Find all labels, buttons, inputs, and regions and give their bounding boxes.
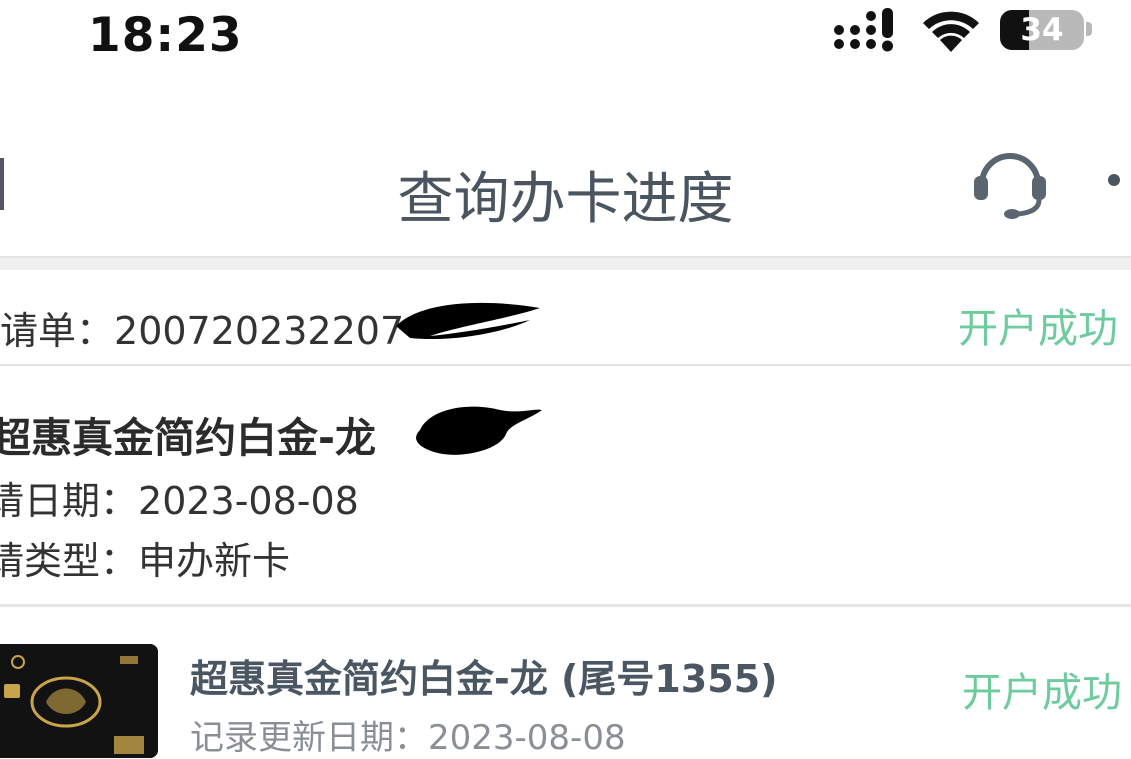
card-item-status: 开户成功 [962,670,1122,716]
update-date-value: 2023-08-08 [428,718,626,758]
more-icon[interactable] [1108,174,1120,186]
cellular-signal-icon [834,8,893,52]
update-date-label: 记录更新日期： [190,718,428,758]
card-name: 超惠真金简约白金-龙 [0,414,377,462]
apply-type-row: 请类型：申办新卡 [0,530,290,585]
status-time: 18:23 [88,8,243,63]
card-art-icon [0,644,158,758]
battery-icon: 34 [1000,10,1084,50]
battery-tip [1086,22,1092,36]
header-divider [0,256,1131,270]
redaction-scribble [416,406,542,455]
application-status: 开户成功 [958,306,1118,352]
redaction-scribble [396,302,540,340]
order-number-row: 请单：200720232207 [0,300,404,355]
card-thumbnail[interactable] [0,644,158,758]
apply-type-value: 申办新卡 [138,539,291,583]
row-divider [0,364,1131,366]
headset-icon[interactable] [968,144,1052,220]
section-divider [0,604,1131,607]
card-item-update-row: 记录更新日期：2023-08-08 [190,710,626,759]
order-number: 200720232207 [114,309,405,353]
battery-percent: 34 [1020,12,1064,48]
apply-date-row: 请日期：2023-08-08 [0,470,359,525]
apply-type-label: 请类型： [0,539,139,583]
order-label: 请单： [0,309,115,353]
page-title: 查询办卡进度 [397,167,734,232]
card-item-title[interactable]: 超惠真金简约白金-龙 (尾号1355) [190,648,778,703]
wifi-icon [923,11,979,52]
apply-date-label: 请日期： [0,479,139,523]
apply-date-value: 2023-08-08 [138,479,359,523]
